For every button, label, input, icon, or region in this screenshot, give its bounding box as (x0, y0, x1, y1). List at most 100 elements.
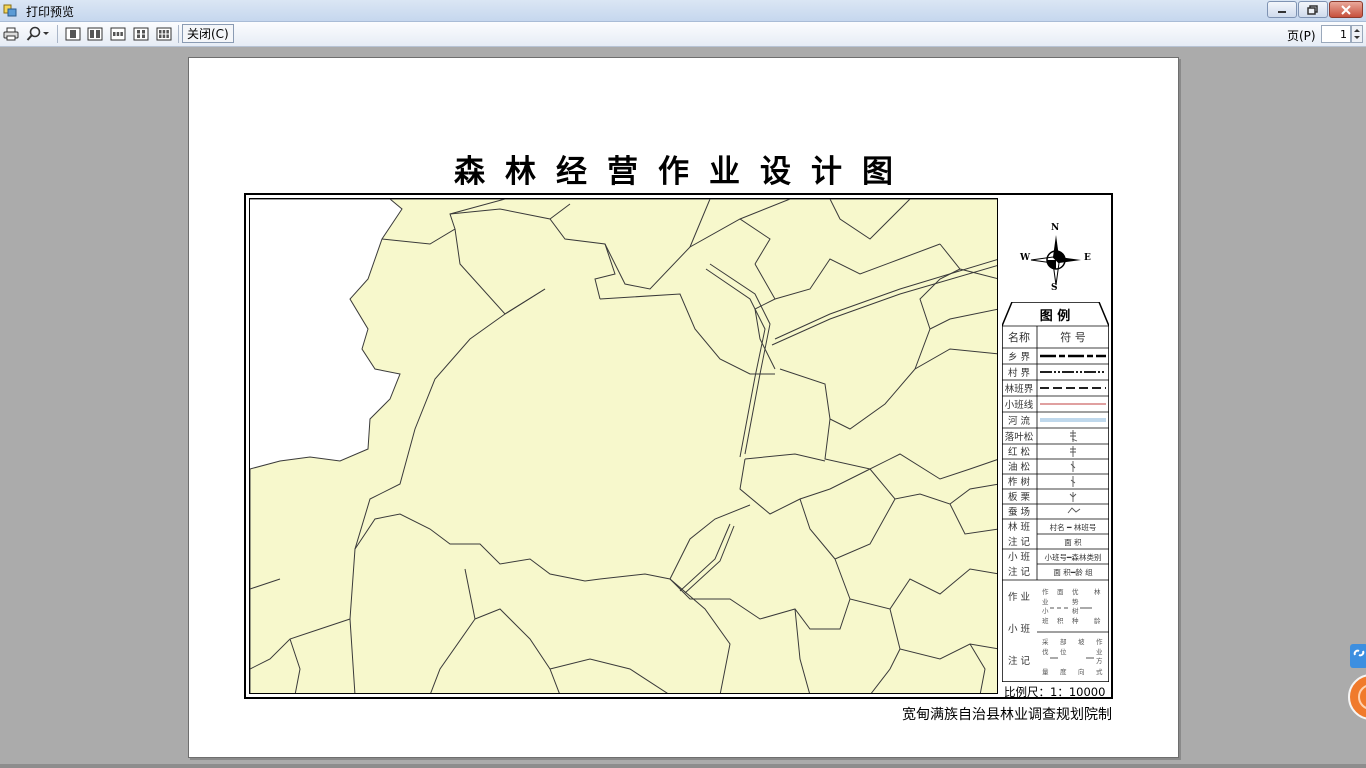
window-titlebar: 打印预览 (0, 0, 1366, 22)
bottom-edge (0, 764, 1366, 768)
three-pages-icon (110, 27, 126, 41)
printer-icon (3, 27, 19, 41)
map-scale: 比例尺：1：10000 (1004, 685, 1106, 699)
two-pages-icon (87, 27, 103, 41)
six-pages-icon (156, 27, 172, 41)
minimize-button[interactable] (1267, 1, 1297, 18)
zoom-dropdown[interactable] (24, 25, 52, 43)
legend-lb-label-top: 林 班 (1008, 521, 1031, 533)
svg-text:优: 优 (1072, 587, 1079, 596)
map-credit: 宽甸满族自治县林业调查规划院制 (902, 707, 1112, 723)
print-preview-icon (3, 4, 17, 17)
legend-xb-symbol-top: 小班号━森林类别 (1044, 552, 1101, 562)
map-legend: 图 例 名称 符 号 乡 界 村 界 林班界 小班线 河 流 落叶松 红 松 油… (1002, 302, 1109, 682)
legend-row-label: 板 栗 (1008, 491, 1031, 503)
map-area (249, 198, 998, 694)
legend-col-symbol: 符 号 (1060, 331, 1086, 344)
floating-ball-widget[interactable] (1348, 674, 1366, 720)
svg-text:位: 位 (1060, 647, 1067, 656)
legend-lb-symbol-top: 村名 ━ 林班号 (1050, 522, 1097, 532)
close-icon (1341, 4, 1351, 15)
restore-button[interactable] (1298, 1, 1328, 18)
legend-lb-label-bottom: 注 记 (1008, 536, 1031, 548)
legend-row-label: 乡 界 (1008, 352, 1031, 363)
compass-w: W (1020, 253, 1031, 263)
svg-text:业: 业 (1042, 597, 1049, 606)
svg-text:树: 树 (1072, 606, 1079, 615)
land-area (250, 199, 997, 693)
svg-text:式: 式 (1096, 667, 1103, 676)
print-page: 森林经营作业设计图 N S W E 图 例 名称 符 号 乡 界 村 界 林班界… (188, 57, 1179, 758)
map-title: 森林经营作业设计图 (454, 154, 913, 190)
svg-text:坡: 坡 (1078, 637, 1085, 646)
magnifier-icon (26, 26, 41, 41)
legend-xb-label-top: 小 班 (1008, 551, 1031, 563)
legend-row-label: 蚕 场 (1008, 507, 1030, 518)
svg-text:班: 班 (1042, 616, 1049, 625)
page-spinner[interactable] (1351, 25, 1363, 43)
legend-row-label: 落叶松 (1005, 431, 1034, 443)
spinner-arrows-icon (1354, 29, 1360, 39)
svg-text:伐: 伐 (1042, 647, 1049, 656)
forest-map (250, 199, 997, 693)
close-preview-button[interactable]: 关闭(C) (182, 24, 234, 43)
link-icon (1353, 649, 1365, 657)
speed-ball-icon (1358, 685, 1366, 709)
legend-row-label: 红 松 (1008, 446, 1031, 458)
compass-e: E (1084, 253, 1091, 263)
legend-zy-label: 作 业 (1008, 591, 1030, 603)
three-pages-button[interactable] (109, 25, 127, 43)
four-pages-button[interactable] (132, 25, 150, 43)
legend-lb-symbol-bottom: 面 积 (1064, 537, 1082, 547)
svg-text:业: 业 (1096, 647, 1103, 656)
print-button[interactable] (2, 25, 20, 43)
svg-text:方: 方 (1096, 656, 1103, 665)
svg-text:度: 度 (1060, 667, 1067, 676)
legend-row-label: 小班线 (1005, 399, 1034, 411)
svg-text:势: 势 (1072, 597, 1079, 606)
page-number-input[interactable]: 1 (1321, 25, 1351, 43)
legend-xb-symbol-bottom: 面 积━龄 组 (1053, 567, 1093, 577)
svg-text:向: 向 (1078, 667, 1085, 676)
legend-zy-label: 注 记 (1008, 655, 1031, 667)
svg-text:龄: 龄 (1094, 616, 1101, 625)
window-title: 打印预览 (26, 5, 75, 19)
svg-text:部: 部 (1060, 637, 1067, 646)
compass-rose: N S W E (1020, 223, 1091, 295)
map-frame: N S W E 图 例 名称 符 号 乡 界 村 界 林班界 小班线 河 流 落… (244, 193, 1113, 699)
legend-row-label: 林班界 (1005, 383, 1034, 395)
legend-row-label: 油 松 (1008, 461, 1031, 473)
legend-row-label: 河 流 (1008, 415, 1031, 427)
toolbar-separator (57, 25, 58, 43)
legend-zy-label: 小 班 (1008, 623, 1031, 635)
legend-row-label: 村 界 (1008, 367, 1031, 379)
legend-row-label: 柞 树 (1008, 476, 1031, 488)
chevron-down-icon (43, 32, 49, 35)
toolbar-separator (178, 25, 179, 43)
compass-n: N (1051, 223, 1060, 233)
one-page-icon (65, 27, 81, 41)
svg-text:种: 种 (1072, 616, 1079, 625)
preview-toolbar: 关闭(C) 页(P) 1 (0, 22, 1366, 47)
legend-col-name: 名称 (1008, 330, 1030, 344)
six-pages-button[interactable] (155, 25, 173, 43)
svg-text:面: 面 (1057, 588, 1064, 596)
minimize-icon (1278, 10, 1286, 13)
svg-text:作: 作 (1096, 637, 1103, 646)
svg-text:积: 积 (1057, 616, 1064, 625)
four-pages-icon (133, 27, 149, 41)
svg-text:小: 小 (1042, 606, 1049, 615)
window-close-button[interactable] (1329, 1, 1363, 18)
one-page-button[interactable] (64, 25, 82, 43)
svg-text:林: 林 (1094, 587, 1101, 596)
side-widget-button[interactable] (1350, 644, 1366, 668)
page-label: 页(P) (1287, 29, 1316, 43)
restore-icon (1307, 4, 1318, 15)
two-pages-button[interactable] (86, 25, 104, 43)
svg-text:量: 量 (1042, 668, 1049, 676)
legend-xb-label-bottom: 注 记 (1008, 566, 1031, 578)
legend-title: 图 例 (1040, 308, 1071, 324)
svg-text:采: 采 (1042, 637, 1049, 646)
compass-s: S (1051, 283, 1058, 293)
svg-text:作: 作 (1042, 587, 1049, 596)
